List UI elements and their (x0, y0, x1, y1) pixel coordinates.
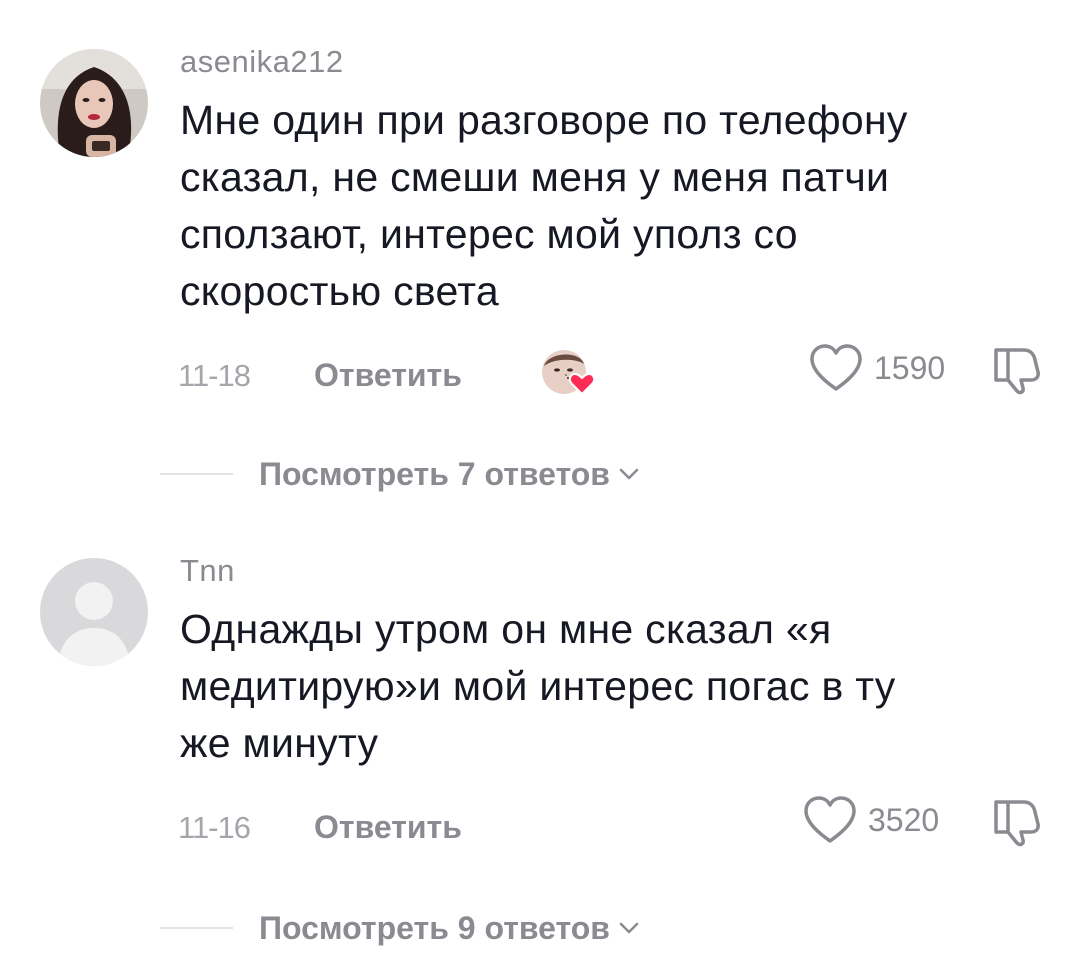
view-replies-label: Посмотреть 9 ответов (259, 909, 610, 946)
creator-avatar-heart-icon (542, 350, 596, 396)
username[interactable]: Tnn (180, 553, 235, 589)
heart-icon (810, 344, 862, 391)
view-replies-button[interactable]: Посмотреть 7 ответов (160, 454, 640, 494)
comment-date: 11-18 (178, 358, 251, 393)
replies-divider (160, 927, 233, 929)
comment-date: 11-16 (178, 810, 251, 845)
chevron-down-icon (619, 922, 639, 934)
dislike-button[interactable] (990, 794, 1044, 848)
like-button[interactable]: 3520 (802, 792, 939, 848)
comment-text-line: Однажды утром он мне сказал «я (180, 606, 832, 652)
chevron-down-icon (619, 468, 639, 480)
comment-text: Мне один при разговоре по телефону сказа… (180, 92, 1040, 320)
default-user-avatar-icon (40, 558, 148, 666)
reply-button[interactable]: Ответить (314, 809, 462, 846)
comment-text-line: Мне один при разговоре по телефону (180, 97, 908, 143)
like-count: 3520 (868, 801, 940, 838)
dislike-button[interactable] (990, 342, 1044, 396)
avatar[interactable] (40, 558, 148, 666)
replies-divider (160, 473, 233, 475)
like-count: 1590 (874, 349, 946, 386)
thumbs-down-icon (994, 348, 1040, 395)
username[interactable]: asenika212 (180, 44, 344, 80)
comment-text-line: сказал, не смеши меня у меня патчи (180, 154, 890, 200)
view-replies-button[interactable]: Посмотреть 9 ответов (160, 908, 640, 948)
comment-text-line: скоростью света (180, 268, 499, 314)
user-photo-avatar-icon (40, 49, 148, 157)
comment-text-line: же минуту (180, 720, 379, 766)
reply-button[interactable]: Ответить (314, 357, 462, 394)
view-replies-label: Посмотреть 7 ответов (259, 455, 610, 492)
heart-icon (804, 796, 856, 843)
comment-text-line: сползают, интерес мой уполз со (180, 211, 798, 257)
comment-text: Однажды утром он мне сказал «я медитирую… (180, 601, 1040, 772)
thumbs-down-icon (994, 800, 1040, 847)
comment-text-line: медитирую»и мой интерес погас в ту (180, 663, 896, 709)
avatar[interactable] (40, 49, 148, 157)
creator-liked-badge (540, 346, 600, 402)
like-button[interactable]: 1590 (808, 340, 945, 396)
